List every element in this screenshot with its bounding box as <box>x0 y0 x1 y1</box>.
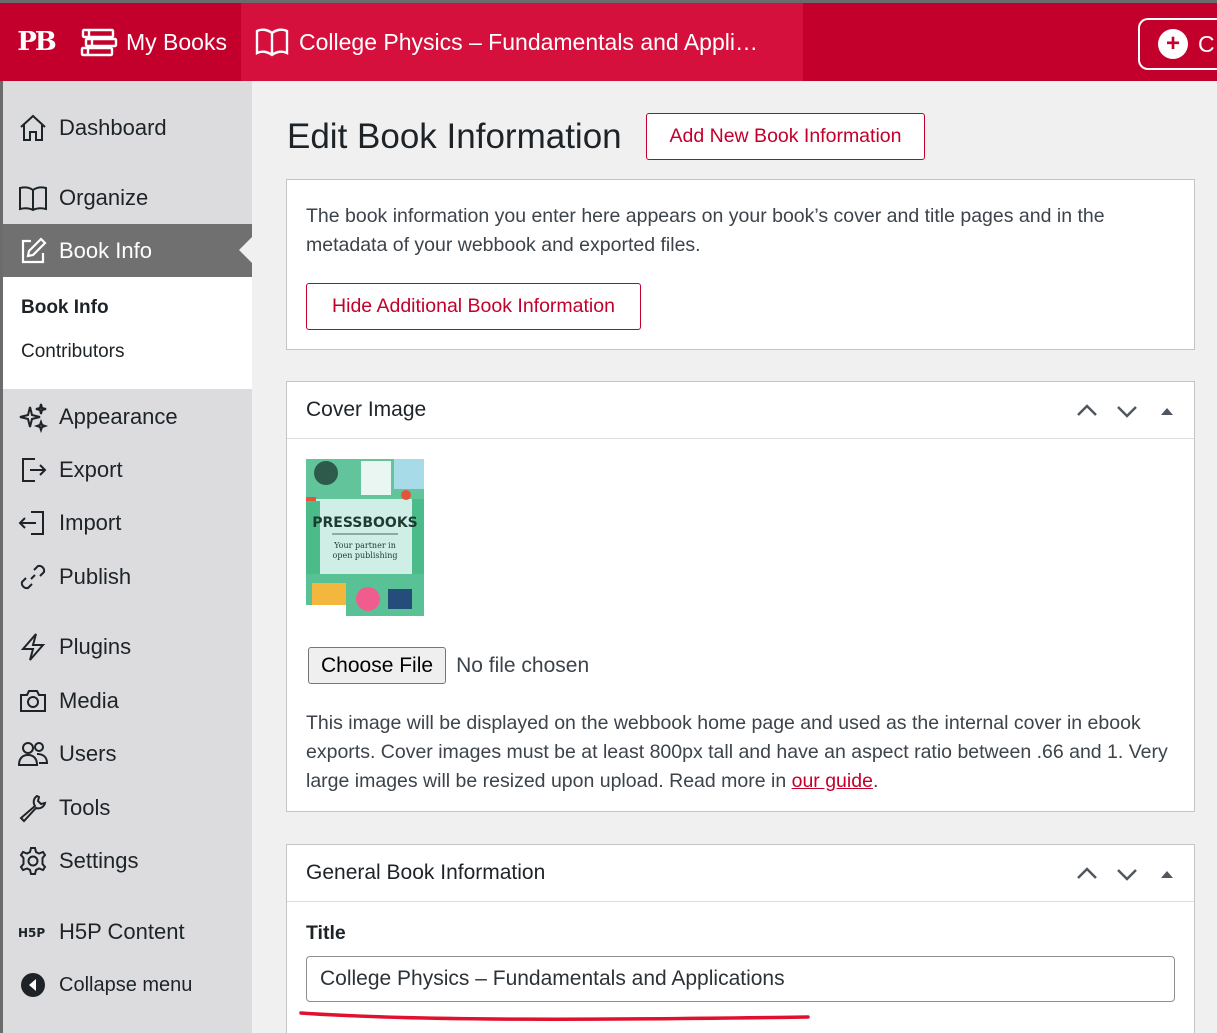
sidebar-item-plugins[interactable]: Plugins <box>3 622 252 672</box>
wrench-icon <box>19 794 47 823</box>
panel-controls <box>1074 861 1180 887</box>
sidebar-item-label: Export <box>59 457 123 482</box>
sidebar-item-label: Book Info <box>59 237 152 263</box>
sidebar-item-organize[interactable]: Organize <box>3 173 252 223</box>
sidebar-item-label: Organize <box>59 185 149 210</box>
sidebar-item-export[interactable]: Export <box>3 445 252 495</box>
sidebar-item-import[interactable]: Import <box>3 498 252 548</box>
toggle-panel-icon[interactable] <box>1154 398 1180 424</box>
sidebar-item-label: Publish <box>59 564 132 589</box>
create-new-label: C <box>1198 30 1215 57</box>
collapse-menu-button[interactable]: Collapse menu <box>3 960 252 1010</box>
annotation-underline <box>299 1011 810 1021</box>
sidebar-item-settings[interactable]: Settings <box>3 836 252 886</box>
sidebar-item-media[interactable]: Media <box>3 676 252 726</box>
intro-text: The book information you enter here appe… <box>306 205 1105 256</box>
file-upload-row: Choose File No file chosen <box>308 647 589 684</box>
choose-file-button[interactable]: Choose File <box>308 647 447 684</box>
my-books-label: My Books <box>126 28 227 55</box>
export-icon <box>22 458 47 482</box>
no-file-chosen-text: No file chosen <box>456 653 590 677</box>
title-input[interactable]: College Physics – Fundamentals and Appli… <box>306 956 1175 1002</box>
book-info-submenu: Book Info Contributors <box>3 277 252 389</box>
cover-help-text: This image will be displayed on the webb… <box>306 709 1182 796</box>
intro-panel: The book information you enter here appe… <box>286 179 1195 350</box>
sidebar-item-publish[interactable]: Publish <box>3 552 252 602</box>
submenu-item-book-info[interactable]: Book Info <box>21 297 109 319</box>
cover-tagline-2: open publishing <box>333 551 398 560</box>
move-up-icon[interactable] <box>1074 398 1100 424</box>
home-icon <box>20 114 46 141</box>
sidebar-item-label: Settings <box>59 848 139 873</box>
collapse-icon <box>21 973 45 997</box>
gear-icon <box>19 847 47 875</box>
book-icon <box>19 186 47 212</box>
sidebar-item-label: Plugins <box>59 634 132 659</box>
admin-sidebar: Dashboard Organize Book Info Book Info C… <box>0 81 252 1033</box>
sidebar-item-dashboard[interactable]: Dashboard <box>3 103 252 153</box>
sidebar-item-tools[interactable]: Tools <box>3 783 252 833</box>
cover-art: PRESSBOOKS Your partner in open publishi… <box>306 459 424 616</box>
cover-help-body: This image will be displayed on the webb… <box>306 712 1168 792</box>
cover-image-panel-header: Cover Image <box>287 382 1194 439</box>
general-book-information-panel: General Book Information Title College P… <box>286 844 1195 1033</box>
h5p-icon: H5P <box>18 926 45 940</box>
current-book-link[interactable]: College Physics – Fundamentals and Appli… <box>240 3 803 81</box>
sidebar-item-label: Tools <box>59 795 111 820</box>
top-bar: PB My Books College Physics – Fundamenta… <box>0 0 1217 81</box>
move-down-icon[interactable] <box>1114 861 1140 887</box>
cover-image-thumbnail: PRESSBOOKS Your partner in open publishi… <box>306 459 424 616</box>
panel-controls <box>1074 398 1180 424</box>
our-guide-link[interactable]: our guide <box>792 770 873 792</box>
link-icon <box>20 564 46 590</box>
add-new-book-information-button[interactable]: Add New Book Information <box>646 113 925 160</box>
move-up-icon[interactable] <box>1074 861 1100 887</box>
open-book-icon <box>255 28 289 57</box>
books-stack-icon <box>80 28 118 57</box>
sidebar-item-users[interactable]: Users <box>3 729 252 779</box>
camera-icon <box>20 690 46 712</box>
bolt-icon <box>20 633 46 661</box>
users-icon <box>17 742 49 766</box>
main-content: Edit Book Information Add New Book Infor… <box>252 81 1217 1033</box>
cover-image-panel: Cover Image PRESSBOOKS Your partner in o… <box>286 381 1195 812</box>
edit-icon <box>21 236 47 263</box>
sidebar-item-label: Collapse menu <box>59 973 193 996</box>
toggle-panel-icon[interactable] <box>1154 861 1180 887</box>
sidebar-item-label: Dashboard <box>59 115 167 140</box>
general-panel-header: General Book Information <box>287 845 1194 902</box>
cover-tagline-1: Your partner in <box>333 541 396 550</box>
import-icon <box>18 511 44 535</box>
hide-additional-info-button[interactable]: Hide Additional Book Information <box>306 283 641 330</box>
cover-title: PRESSBOOKS <box>312 515 418 531</box>
sidebar-item-label: Appearance <box>59 404 178 429</box>
sidebar-item-label: Import <box>59 510 122 535</box>
submenu-item-contributors[interactable]: Contributors <box>21 341 125 363</box>
sidebar-item-book-info[interactable]: Book Info <box>3 224 252 277</box>
create-new-button[interactable]: + C <box>1138 18 1217 70</box>
my-books-link[interactable]: My Books <box>72 3 241 81</box>
sparkles-icon <box>19 403 49 433</box>
cover-help-end: . <box>872 770 879 792</box>
panel-heading: General Book Information <box>306 861 546 884</box>
sidebar-item-appearance[interactable]: Appearance <box>3 392 252 442</box>
plus-icon: + <box>1158 29 1188 59</box>
svg-text:H5P: H5P <box>18 926 45 940</box>
sidebar-item-label: Users <box>59 741 117 766</box>
sidebar-item-label: H5P Content <box>59 919 185 944</box>
move-down-icon[interactable] <box>1114 398 1140 424</box>
pressbooks-logo[interactable]: PB <box>0 3 72 81</box>
sidebar-item-h5p-content[interactable]: H5P H5P Content <box>3 907 252 957</box>
panel-heading: Cover Image <box>306 398 427 421</box>
page-title: Edit Book Information <box>287 117 622 156</box>
sidebar-item-label: Media <box>59 688 119 713</box>
title-field-label: Title <box>306 922 346 944</box>
current-book-title: College Physics – Fundamentals and Appli… <box>298 28 758 55</box>
